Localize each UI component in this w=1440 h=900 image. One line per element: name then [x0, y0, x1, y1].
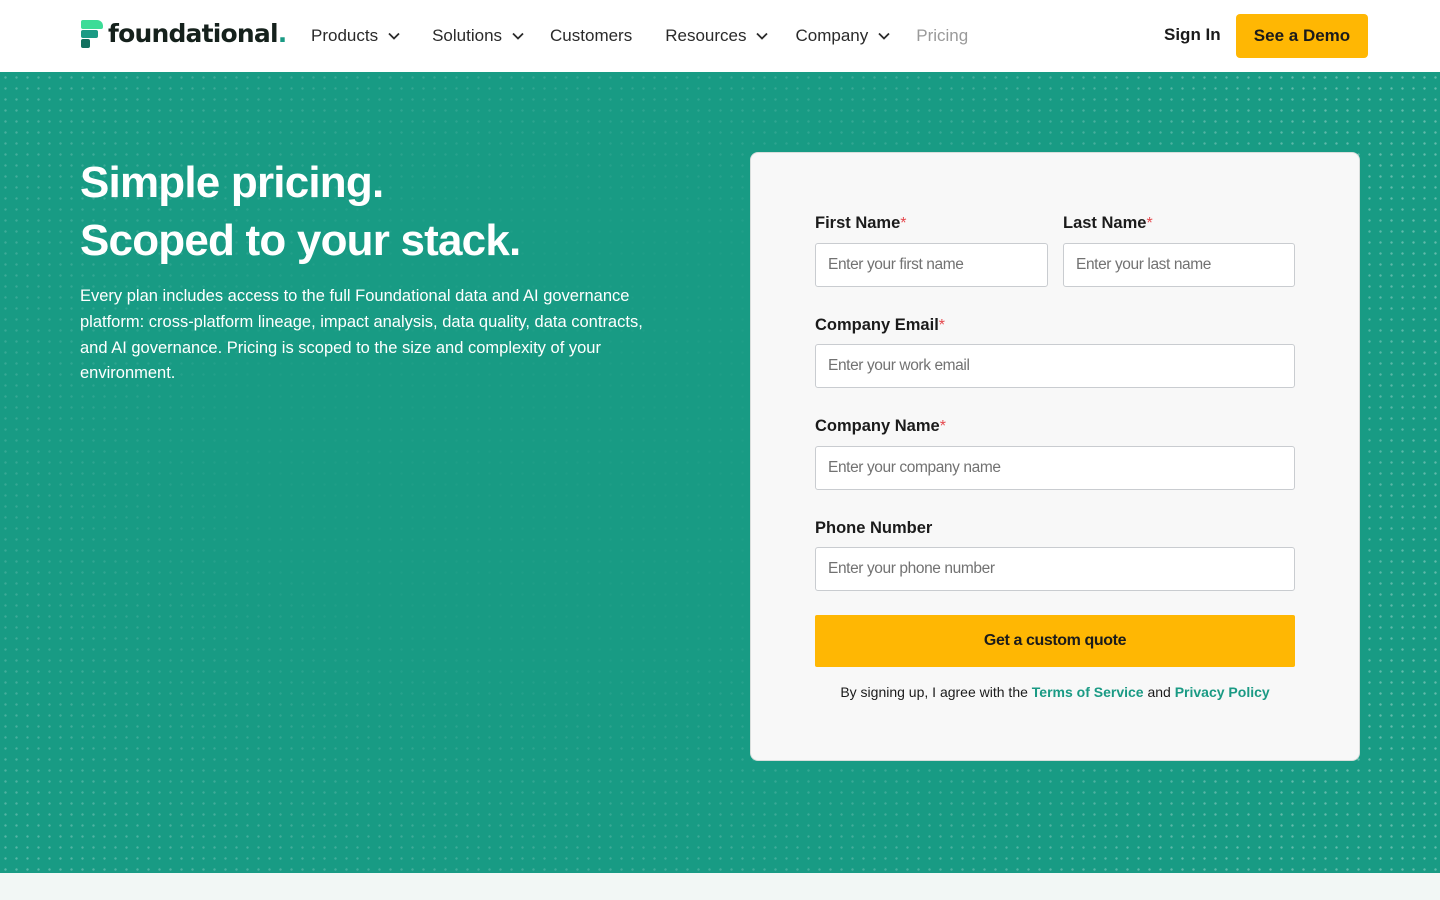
legal-notice: By signing up, I agree with the Terms of…	[840, 684, 1270, 700]
privacy-policy-link[interactable]: Privacy Policy	[1175, 684, 1270, 700]
company-name-label: Company Name*	[815, 417, 946, 435]
get-quote-button[interactable]: Get a custom quote	[815, 615, 1295, 667]
company-name-input[interactable]	[815, 446, 1295, 490]
nav-item-customers[interactable]: Customers	[550, 0, 632, 72]
quote-form: First Name* Last Name* Company Email* Co…	[750, 152, 1360, 761]
chevron-down-icon	[388, 30, 400, 42]
nav-item-company[interactable]: Company	[795, 0, 890, 72]
brand-logo[interactable]: foundational.	[81, 19, 287, 49]
next-section-edge	[0, 873, 1440, 900]
company-email-label: Company Email*	[815, 316, 946, 334]
company-email-input[interactable]	[815, 344, 1295, 388]
terms-of-service-link[interactable]: Terms of Service	[1032, 684, 1144, 700]
page-title: Simple pricing. Scoped to your stack.	[80, 158, 521, 265]
top-navbar: foundational. Products Solutions Custome…	[0, 0, 1440, 72]
chevron-down-icon	[512, 30, 524, 42]
sign-in-link[interactable]: Sign In	[1164, 24, 1221, 46]
chevron-down-icon	[756, 30, 769, 42]
first-name-label: First Name*	[815, 214, 907, 232]
brand-wordmark: foundational.	[108, 19, 287, 48]
chevron-down-icon	[878, 30, 890, 42]
main-menu: Products Solutions Customers Resources C…	[311, 0, 968, 72]
phone-number-label: Phone Number	[815, 519, 933, 537]
nav-item-solutions[interactable]: Solutions	[432, 0, 524, 72]
pricing-hero: Simple pricing. Scoped to your stack. Ev…	[0, 72, 1440, 873]
nav-item-pricing[interactable]: Pricing	[916, 0, 968, 72]
see-demo-button[interactable]: See a Demo	[1236, 14, 1368, 58]
last-name-label: Last Name*	[1063, 214, 1153, 232]
nav-item-resources[interactable]: Resources	[665, 0, 769, 72]
last-name-input[interactable]	[1063, 243, 1295, 287]
logo-mark-icon	[81, 20, 103, 48]
phone-number-input[interactable]	[815, 547, 1295, 591]
hero-description: Every plan includes access to the full F…	[80, 287, 643, 383]
nav-item-products[interactable]: Products	[311, 0, 400, 72]
first-name-input[interactable]	[815, 243, 1048, 287]
